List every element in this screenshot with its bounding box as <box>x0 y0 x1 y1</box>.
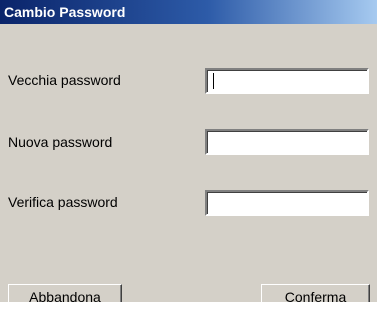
dialog-body: Vecchia password Nuova password Verifica… <box>0 24 377 312</box>
verify-password-label: Verifica password <box>8 194 118 210</box>
window-title: Cambio Password <box>4 4 126 20</box>
verify-password-field[interactable] <box>205 190 369 216</box>
new-password-label: Nuova password <box>8 134 113 150</box>
text-caret <box>213 73 214 89</box>
old-password-field[interactable] <box>205 68 369 94</box>
title-bar: Cambio Password <box>0 0 377 24</box>
change-password-dialog: Cambio Password Vecchia password Nuova p… <box>0 0 377 313</box>
new-password-field[interactable] <box>205 129 369 155</box>
old-password-label: Vecchia password <box>8 72 121 88</box>
bottom-margin <box>0 302 377 313</box>
